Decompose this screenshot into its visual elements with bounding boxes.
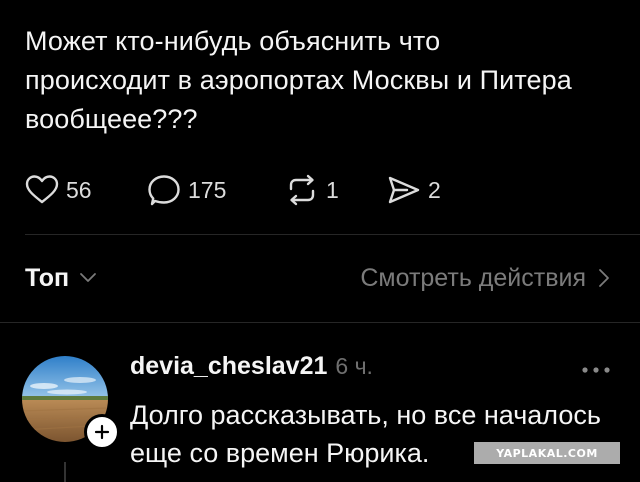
share-send-icon — [387, 174, 421, 206]
follow-button[interactable] — [84, 414, 120, 450]
repost-count: 1 — [326, 176, 339, 203]
view-activity-link[interactable]: Смотреть действия — [360, 258, 610, 298]
plus-icon — [94, 424, 110, 440]
chevron-right-icon — [598, 268, 610, 288]
repost-icon — [285, 174, 319, 206]
view-activity-label: Смотреть действия — [360, 263, 586, 292]
like-count: 56 — [66, 176, 92, 203]
post-actions-bar: 56 175 1 2 — [25, 170, 625, 210]
divider-comments — [0, 322, 640, 323]
sort-dropdown[interactable]: Топ — [25, 258, 97, 298]
share-count: 2 — [428, 176, 441, 203]
divider-actions — [25, 234, 640, 235]
site-watermark: YAPLAKAL.COM — [474, 442, 620, 464]
post-text: Может кто-нибудь объяснить что происходи… — [25, 26, 572, 134]
comment-avatar-wrapper — [22, 356, 120, 450]
chevron-down-icon — [79, 272, 97, 284]
heart-icon — [25, 174, 59, 206]
comment-button[interactable]: 175 — [147, 170, 226, 210]
sort-label: Топ — [25, 263, 70, 292]
thread-line — [64, 462, 66, 482]
comment-count: 175 — [188, 176, 227, 203]
share-button[interactable]: 2 — [387, 170, 441, 210]
comment-timestamp: 6 ч. — [335, 353, 373, 379]
comment-header: devia_cheslav21 6 ч. — [130, 352, 373, 388]
like-button[interactable]: 56 — [25, 170, 92, 210]
repost-button[interactable]: 1 — [285, 170, 339, 210]
comment-bubble-icon — [147, 174, 181, 206]
comments-sort-row: Топ Смотреть действия — [25, 258, 610, 298]
more-options-button[interactable] — [578, 360, 614, 380]
more-horizontal-icon — [581, 366, 611, 374]
comment-username[interactable]: devia_cheslav21 — [130, 352, 327, 381]
